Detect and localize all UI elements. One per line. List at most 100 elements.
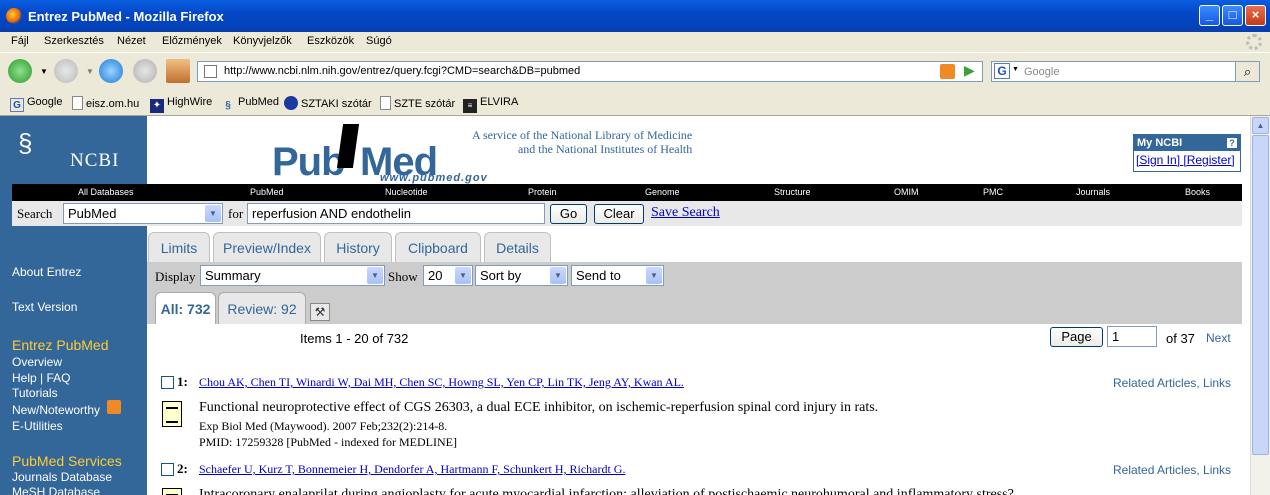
- db-pubmed[interactable]: PubMed: [250, 187, 284, 197]
- nlm-service-text[interactable]: A service of the National Library of Med…: [472, 128, 692, 156]
- sidebar-item-overview[interactable]: Overview: [12, 355, 62, 369]
- forward-icon[interactable]: [54, 59, 78, 83]
- tab-history[interactable]: History: [324, 232, 392, 262]
- db-genome[interactable]: Genome: [645, 187, 680, 197]
- reload-icon[interactable]: [99, 59, 123, 83]
- close-button[interactable]: ×: [1245, 5, 1266, 26]
- db-books[interactable]: Books: [1185, 187, 1210, 197]
- save-search-link[interactable]: Save Search: [651, 205, 720, 221]
- go-button[interactable]: Go: [550, 204, 587, 224]
- google-search-placeholder: Google: [1024, 66, 1060, 78]
- home-icon[interactable]: [166, 59, 190, 83]
- page-number-input[interactable]: 1: [1107, 326, 1157, 347]
- back-icon[interactable]: [8, 59, 32, 83]
- display-format-select[interactable]: Summary ▼: [200, 265, 385, 286]
- related-articles-link[interactable]: Related Articles, Links: [1113, 376, 1231, 390]
- scroll-up-icon[interactable]: ▲: [1252, 117, 1269, 134]
- bookmark-sztaki[interactable]: SZTAKI szótár: [284, 96, 372, 110]
- sort-by-select[interactable]: Sort by ▼: [475, 265, 568, 286]
- tab-limits[interactable]: Limits: [148, 232, 210, 262]
- ncbi-logo-text: NCBI: [70, 150, 120, 171]
- show-count-select[interactable]: 20 ▼: [423, 265, 473, 286]
- scroll-thumb[interactable]: [1252, 135, 1269, 455]
- send-to-select[interactable]: Send to ▼: [571, 265, 664, 286]
- next-link[interactable]: Next: [1206, 331, 1231, 345]
- navigation-toolbar: ▼ ▼ http://www.ncbi.nlm.nih.gov/entrez/q…: [0, 53, 1270, 89]
- sign-in-link[interactable]: [Sign In]: [1136, 153, 1180, 167]
- rss-icon[interactable]: [107, 400, 121, 414]
- maximize-button[interactable]: □: [1222, 5, 1243, 26]
- sidebar-item-help-faq[interactable]: Help | FAQ: [12, 371, 70, 385]
- subtab-review[interactable]: Review: 92: [218, 292, 306, 324]
- db-structure[interactable]: Structure: [774, 187, 811, 197]
- bookmark-google[interactable]: G Google: [10, 96, 62, 112]
- display-controls: Display Summary ▼ Show 20 ▼ Sort by ▼ Send …: [147, 262, 1242, 324]
- abstract-document-icon[interactable]: [162, 488, 182, 495]
- related-articles-link[interactable]: Related Articles, Links: [1113, 463, 1231, 477]
- subtab-all[interactable]: All: 732: [155, 292, 216, 324]
- menu-file[interactable]: Fájl: [11, 35, 29, 47]
- tab-preview-index[interactable]: Preview/Index: [213, 232, 321, 262]
- sidebar-item-tutorials[interactable]: Tutorials: [12, 386, 58, 400]
- rss-feed-icon[interactable]: [940, 64, 955, 79]
- window-title-bar[interactable]: Entrez PubMed - Mozilla Firefox _ □ ×: [0, 0, 1270, 32]
- database-select[interactable]: PubMed ▼: [63, 203, 223, 224]
- display-label: Display: [155, 269, 196, 284]
- web-page: § NCBI About Entrez Text Version Entrez …: [0, 116, 1250, 495]
- search-magnifier-icon[interactable]: ⌕: [1235, 62, 1259, 81]
- firefox-icon: [6, 8, 22, 24]
- sidebar-about-entrez[interactable]: About Entrez: [12, 265, 81, 279]
- sidebar-text-version[interactable]: Text Version: [12, 300, 77, 314]
- bookmark-elvira[interactable]: ≡ ELVIRA: [463, 96, 518, 113]
- bookmark-highwire[interactable]: ✦ HighWire: [150, 96, 212, 113]
- tab-clipboard[interactable]: Clipboard: [395, 232, 481, 262]
- bookmark-eisz[interactable]: eisz.om.hu: [72, 96, 139, 110]
- google-engine-icon[interactable]: G: [994, 63, 1010, 79]
- db-journals[interactable]: Journals: [1076, 187, 1110, 197]
- google-search-box[interactable]: G ▼ Google ⌕: [991, 61, 1260, 82]
- tools-icon[interactable]: ⚒: [310, 303, 330, 321]
- db-nucleotide[interactable]: Nucleotide: [385, 187, 428, 197]
- result-checkbox[interactable]: [161, 463, 174, 476]
- db-omim[interactable]: OMIM: [894, 187, 919, 197]
- sidebar-item-journals-database[interactable]: Journals Database: [12, 470, 112, 484]
- menu-help[interactable]: Súgó: [366, 35, 392, 47]
- address-bar[interactable]: http://www.ncbi.nlm.nih.gov/entrez/query…: [197, 61, 983, 82]
- back-history-dropdown-icon[interactable]: ▼: [40, 67, 48, 76]
- clear-button[interactable]: Clear: [594, 204, 644, 224]
- forward-history-dropdown-icon[interactable]: ▼: [86, 67, 94, 76]
- menu-edit[interactable]: Szerkesztés: [44, 35, 104, 47]
- help-icon[interactable]: ?: [1227, 138, 1237, 148]
- search-query-input[interactable]: reperfusion AND endothelin: [247, 203, 545, 224]
- pubmed-logo-url: www.pubmed.gov: [380, 172, 488, 184]
- register-link[interactable]: [Register]: [1183, 153, 1234, 167]
- sidebar-item-new-noteworthy[interactable]: New/Noteworthy: [12, 403, 100, 417]
- sidebar-item-mesh-database[interactable]: MeSH Database: [12, 485, 100, 495]
- my-ncbi-title[interactable]: My NCBI: [1137, 137, 1182, 149]
- menu-view[interactable]: Nézet: [117, 35, 146, 47]
- sidebar-heading-entrez-pubmed: Entrez PubMed: [12, 337, 109, 353]
- result-authors-link[interactable]: Schaefer U, Kurz T, Bonnemeier H, Dendor…: [199, 462, 625, 477]
- stop-icon[interactable]: [133, 59, 157, 83]
- menu-bookmarks[interactable]: Könyvjelzők: [233, 35, 292, 47]
- db-protein[interactable]: Protein: [528, 187, 557, 197]
- engine-dropdown-icon[interactable]: ▼: [1012, 66, 1019, 73]
- db-pmc[interactable]: PMC: [983, 187, 1003, 197]
- vertical-scrollbar[interactable]: ▲: [1250, 116, 1270, 495]
- go-arrow-icon[interactable]: ▶: [964, 62, 975, 79]
- result-authors-link[interactable]: Chou AK, Chen TI, Winardi W, Dai MH, Che…: [199, 375, 684, 390]
- menu-tools[interactable]: Eszközök: [307, 35, 354, 47]
- page-button[interactable]: Page: [1050, 327, 1103, 347]
- bookmark-szte[interactable]: SZTE szótár: [380, 96, 455, 110]
- result-checkbox[interactable]: [161, 376, 174, 389]
- db-all-databases[interactable]: All Databases: [78, 187, 134, 197]
- bookmark-pubmed[interactable]: § PubMed: [221, 96, 279, 113]
- sidebar-item-e-utilities[interactable]: E-Utilities: [12, 419, 63, 433]
- abstract-document-icon[interactable]: [162, 401, 182, 427]
- menu-history[interactable]: Előzmények: [162, 35, 222, 47]
- menu-bar: Fájl Szerkesztés Nézet Előzmények Könyvj…: [0, 32, 1270, 53]
- minimize-button[interactable]: _: [1199, 5, 1220, 26]
- highwire-bookmark-icon: ✦: [150, 99, 164, 113]
- tab-details[interactable]: Details: [484, 232, 551, 262]
- chevron-down-icon: ▼: [205, 205, 221, 222]
